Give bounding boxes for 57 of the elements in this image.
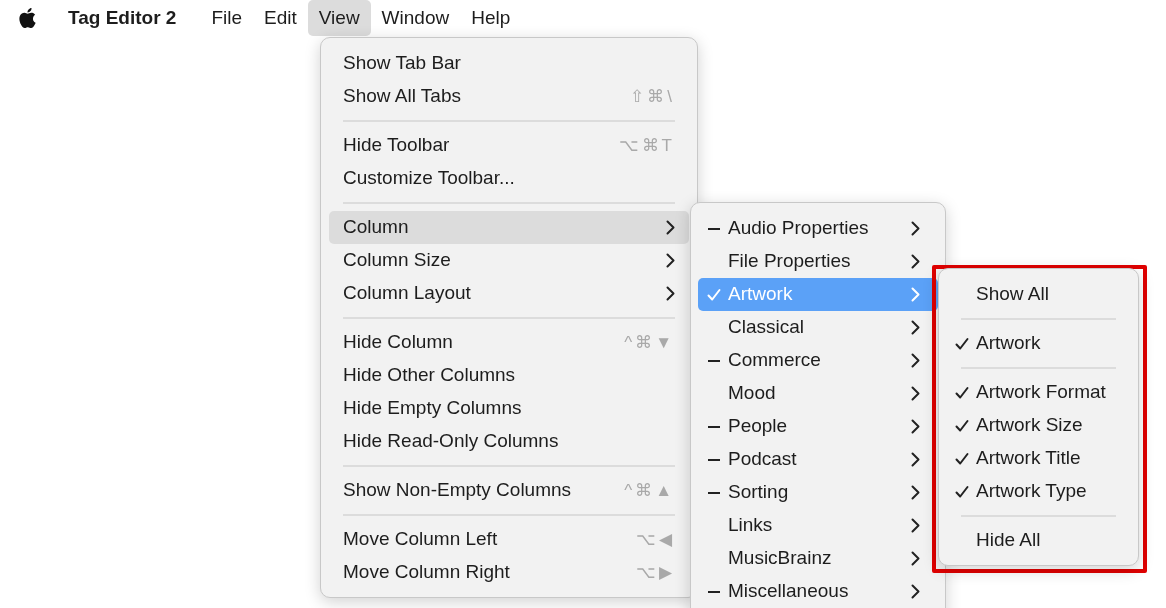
- chevron-icon: [911, 221, 920, 236]
- menu-item[interactable]: Commerce: [698, 344, 938, 377]
- menu-bar-item[interactable]: View: [307, 0, 371, 36]
- menu-item[interactable]: Move Column Left ⌥◀: [329, 523, 689, 556]
- menu-item[interactable]: People: [698, 410, 938, 443]
- menu-item[interactable]: Hide Read-Only Columns: [329, 425, 689, 458]
- chevron-icon: [911, 518, 920, 533]
- apple-logo-icon[interactable]: [17, 7, 37, 29]
- menu-item[interactable]: Sorting: [698, 476, 938, 509]
- menu-bar-item[interactable]: File: [200, 0, 253, 36]
- menu-item[interactable]: MusicBrainz: [698, 542, 938, 575]
- menu-item[interactable]: Hide Empty Columns: [329, 392, 689, 425]
- menu-item[interactable]: Hide Other Columns: [329, 359, 689, 392]
- menu-item[interactable]: Artwork Type: [946, 475, 1131, 508]
- chevron-icon: [911, 551, 920, 566]
- menu-item[interactable]: Mood: [698, 377, 938, 410]
- chevron-icon: [911, 584, 920, 599]
- menu-item[interactable]: Column: [329, 211, 689, 244]
- menu-item[interactable]: Artwork: [946, 327, 1131, 360]
- menu-item[interactable]: File Properties: [698, 245, 938, 278]
- menu-item[interactable]: Customize Toolbar...: [329, 162, 689, 195]
- menu-item[interactable]: Column Layout: [329, 277, 689, 310]
- chevron-icon: [911, 452, 920, 467]
- keyboard-shortcut: ⌥⌘T: [618, 134, 675, 157]
- menu-item[interactable]: Miscellaneous: [698, 575, 938, 608]
- menu-bar-item[interactable]: Window: [370, 0, 461, 36]
- menu-item[interactable]: Audio Properties: [698, 212, 938, 245]
- menu-item[interactable]: Links: [698, 509, 938, 542]
- chevron-icon: [911, 254, 920, 269]
- app-name[interactable]: Tag Editor 2: [68, 3, 177, 33]
- menu-item[interactable]: Artwork Format: [946, 376, 1131, 409]
- menu-bar-item[interactable]: Edit: [253, 0, 308, 36]
- chevron-icon: [911, 353, 920, 368]
- menu-item[interactable]: Hide Column ^⌘▼: [329, 326, 689, 359]
- chevron-icon: [911, 287, 920, 302]
- menu-item[interactable]: Column Size: [329, 244, 689, 277]
- keyboard-shortcut: ⌥◀: [636, 528, 675, 551]
- keyboard-shortcut: ⇧⌘\: [630, 85, 675, 108]
- menu-item[interactable]: Show All Tabs ⇧⌘\: [329, 80, 689, 113]
- menu-item[interactable]: Artwork Size: [946, 409, 1131, 442]
- menu-item[interactable]: Podcast: [698, 443, 938, 476]
- keyboard-shortcut: ⌥▶: [636, 561, 675, 584]
- menu-item[interactable]: Show Non-Empty Columns ^⌘▲: [329, 474, 689, 507]
- menu-item[interactable]: Hide Toolbar ⌥⌘T: [329, 129, 689, 162]
- menu-item[interactable]: Artwork Title: [946, 442, 1131, 475]
- chevron-icon: [911, 320, 920, 335]
- menu-item[interactable]: Move Column Right ⌥▶: [329, 556, 689, 589]
- menu-item[interactable]: Classical: [698, 311, 938, 344]
- keyboard-shortcut: ^⌘▼: [624, 331, 675, 354]
- chevron-icon: [911, 485, 920, 500]
- menu-bar-item[interactable]: Help: [460, 0, 522, 36]
- menu-item[interactable]: Show Tab Bar: [329, 47, 689, 80]
- menu-item[interactable]: Show All: [946, 278, 1131, 311]
- menu-item[interactable]: Hide All: [946, 524, 1131, 557]
- chevron-icon: [911, 386, 920, 401]
- chevron-icon: [911, 419, 920, 434]
- keyboard-shortcut: ^⌘▲: [624, 479, 675, 502]
